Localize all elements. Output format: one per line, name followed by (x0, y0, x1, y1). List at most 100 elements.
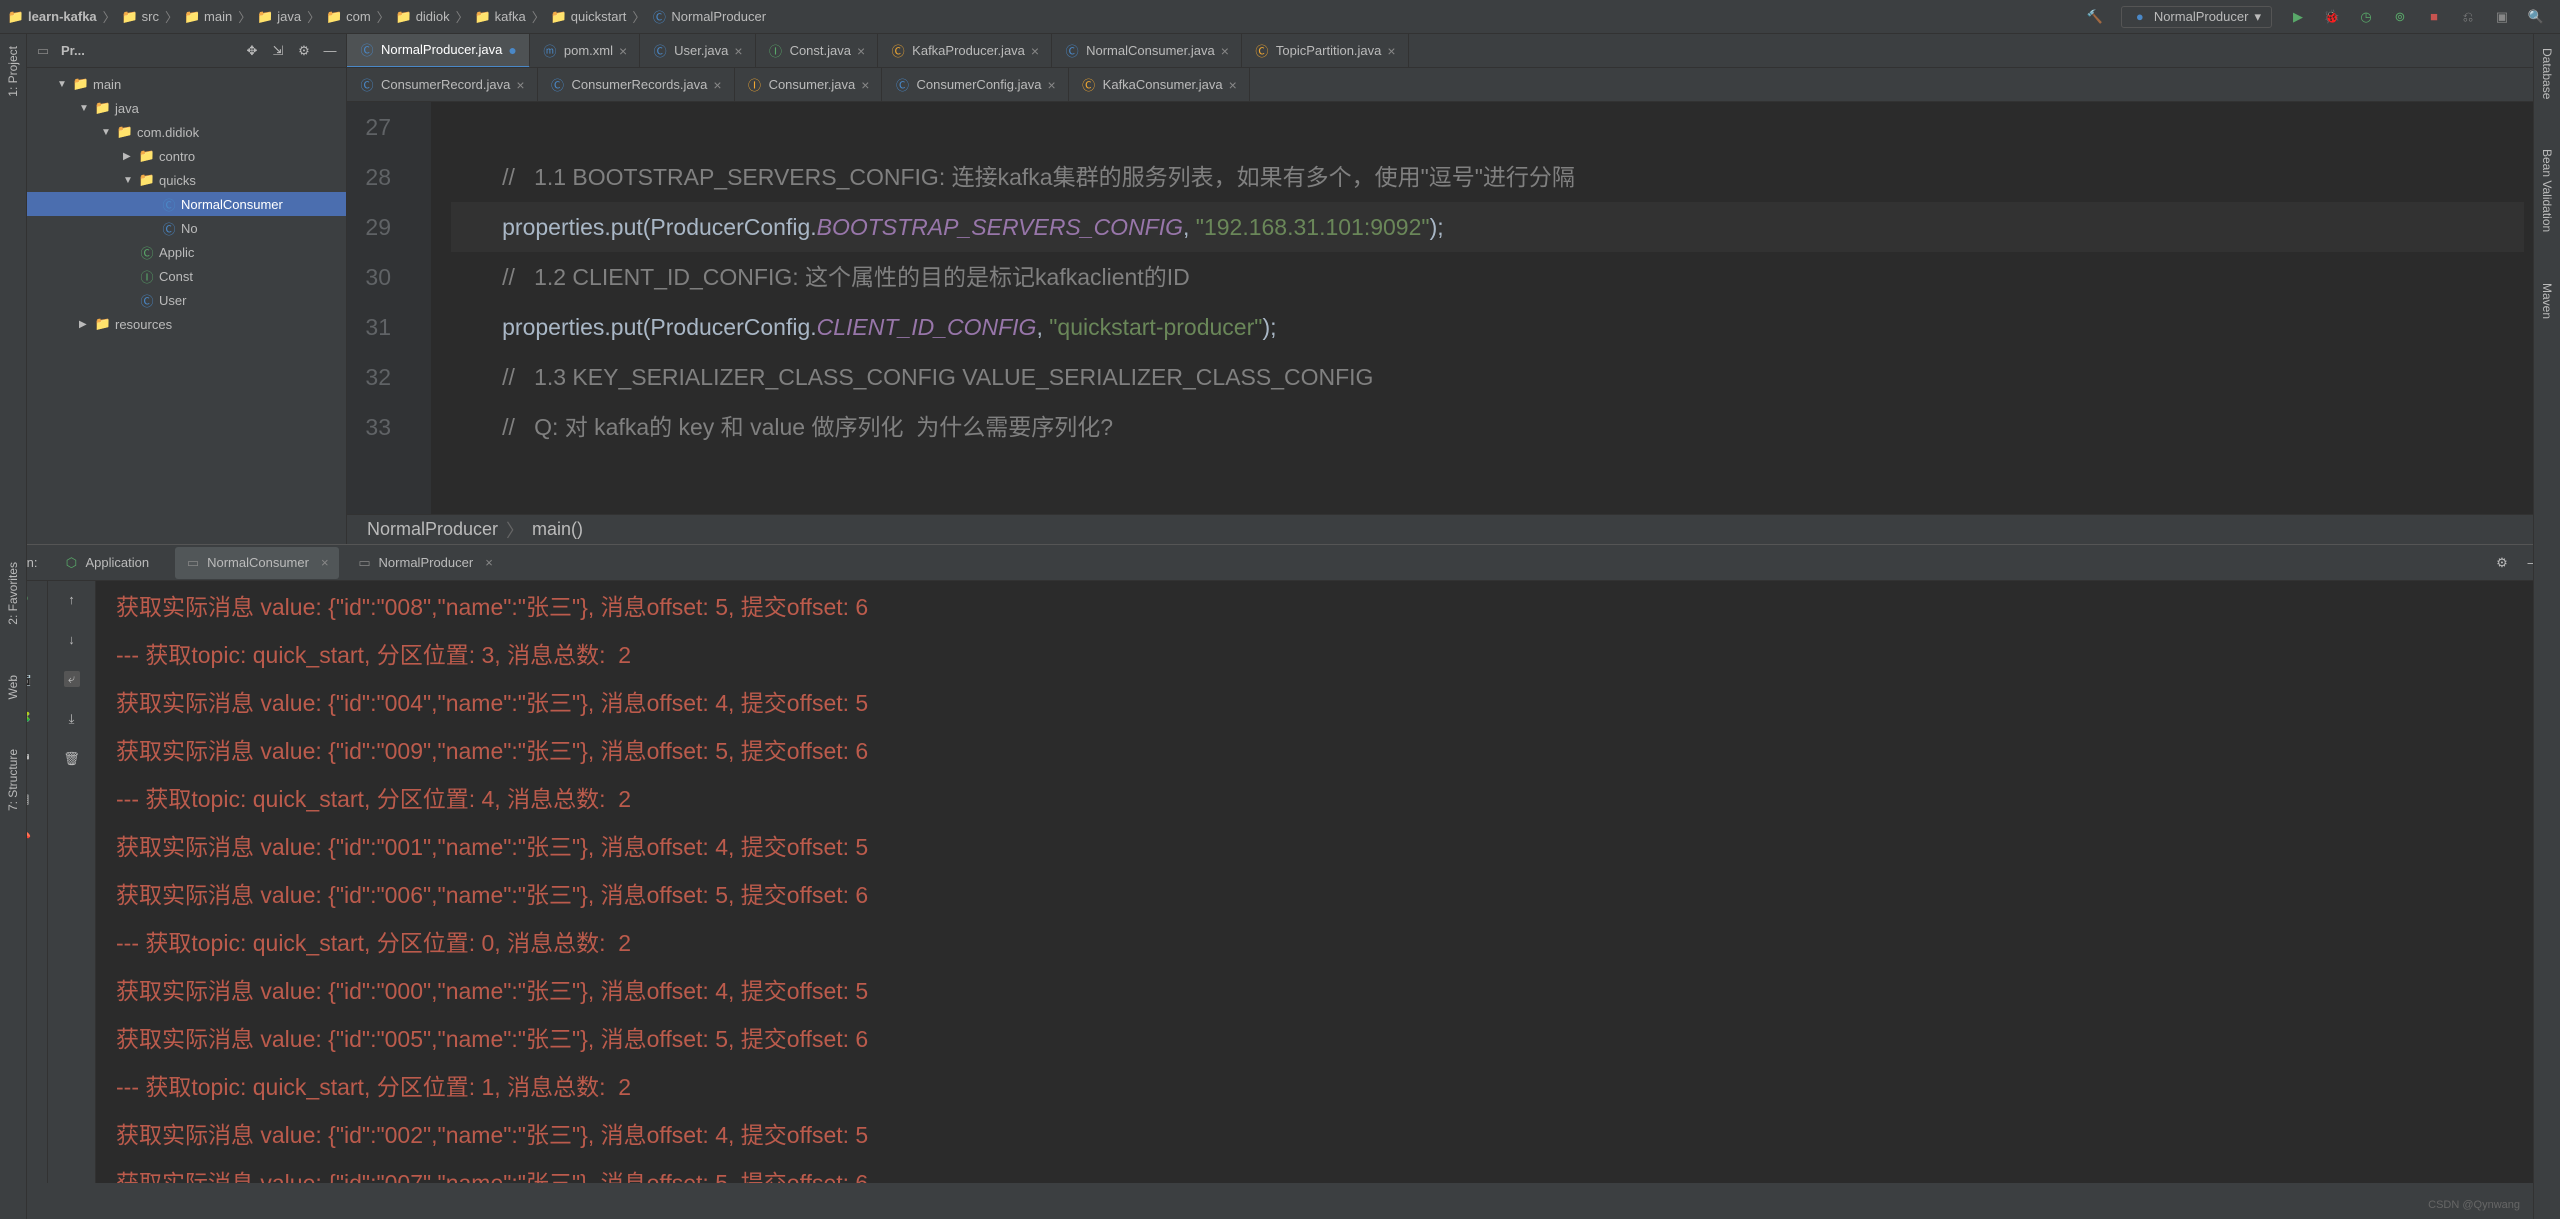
breadcrumb-segment[interactable]: NormalProducer (671, 9, 766, 24)
breadcrumb-segment[interactable]: didiok (416, 9, 450, 24)
locate-icon[interactable]: ✥ (244, 43, 260, 59)
editor-tab[interactable]: ⒸKafkaProducer.java× (878, 34, 1052, 68)
tree-item[interactable]: ⒸNo (27, 216, 346, 240)
code-line[interactable]: // 1.1 BOOTSTRAP_SERVERS_CONFIG: 连接kafka… (451, 152, 2524, 202)
close-icon[interactable]: × (1229, 77, 1237, 93)
tool-window-button[interactable]: Maven (2540, 283, 2554, 319)
close-icon[interactable]: × (1047, 77, 1055, 93)
editor-tab[interactable]: ⒸConsumerRecords.java× (538, 68, 735, 102)
tree-arrow-icon[interactable]: ▼ (57, 79, 69, 90)
tool-window-button[interactable]: 1: Project (6, 46, 20, 97)
tree-arrow-icon[interactable]: ▼ (123, 175, 135, 186)
expand-icon[interactable]: ⇲ (270, 43, 286, 59)
close-icon[interactable]: × (321, 555, 329, 570)
code-line[interactable]: properties.put(ProducerConfig.CLIENT_ID_… (451, 302, 2524, 352)
editor-tab[interactable]: ⒸNormalProducer.java (347, 34, 530, 68)
editor-tab[interactable]: ⒸConsumerConfig.java× (882, 68, 1068, 102)
close-icon[interactable]: × (1031, 43, 1039, 59)
run-config-selector[interactable]: ● NormalProducer ▾ (2121, 6, 2272, 28)
breadcrumb-segment[interactable]: java (277, 9, 301, 24)
code-line[interactable]: // 1.2 CLIENT_ID_CONFIG: 这个属性的目的是标记kafka… (451, 252, 2524, 302)
tool-window-button[interactable]: 2: Favorites (6, 562, 20, 625)
soft-wrap-icon[interactable]: ⤶ (64, 671, 80, 687)
run-icon[interactable]: ▶ (2290, 9, 2306, 25)
editor-tab[interactable]: ⒸUser.java× (640, 34, 755, 68)
layout-icon[interactable]: ▣ (2494, 9, 2510, 25)
down-icon[interactable]: ↓ (64, 631, 80, 647)
gear-icon[interactable]: ⚙ (296, 43, 312, 59)
project-view-icon[interactable]: ▭ (35, 43, 51, 59)
tree-item[interactable]: ▼📁quicks (27, 168, 346, 192)
editor-tab[interactable]: ⒸNormalConsumer.java× (1052, 34, 1242, 68)
tree-item[interactable]: ▼📁main (27, 72, 346, 96)
breadcrumb-segment[interactable]: main (204, 9, 232, 24)
code-line[interactable]: // Q: 对 kafka的 key 和 value 做序列化 为什么需要序列化… (451, 402, 2524, 452)
tree-arrow-icon[interactable]: ▼ (79, 103, 91, 114)
breadcrumb-segment[interactable]: learn-kafka (28, 9, 97, 24)
editor-tab[interactable]: ⒸTopicPartition.java× (1242, 34, 1409, 68)
close-icon[interactable]: × (1387, 43, 1395, 59)
tree-item[interactable]: ⒸApplic (27, 240, 346, 264)
close-icon[interactable]: × (619, 43, 627, 59)
clear-icon[interactable]: 🗑 (64, 751, 80, 767)
close-icon[interactable]: × (1221, 43, 1229, 59)
up-icon[interactable]: ↑ (64, 591, 80, 607)
editor-breadcrumb-segment[interactable]: main() (532, 519, 583, 540)
search-icon[interactable]: 🔍 (2528, 9, 2544, 25)
tree-item[interactable]: ⒾConst (27, 264, 346, 288)
tool-window-button[interactable]: Web (6, 675, 20, 699)
editor-breadcrumb[interactable]: NormalProducer 〉 main() (347, 514, 2560, 544)
editor-tab[interactable]: ⒸKafkaConsumer.java× (1069, 68, 1250, 102)
tree-item[interactable]: ▶📁resources (27, 312, 346, 336)
run-tab[interactable]: ▭NormalConsumer× (175, 547, 338, 579)
tool-window-button[interactable]: 7: Structure (6, 749, 20, 811)
close-icon[interactable] (508, 42, 516, 58)
tree-arrow-icon[interactable]: ▼ (101, 127, 113, 138)
hide-icon[interactable]: — (322, 43, 338, 59)
tree-item[interactable]: ▼📁com.didiok (27, 120, 346, 144)
scroll-end-icon[interactable]: ⤓ (64, 711, 80, 727)
tree-item[interactable]: ▼📁java (27, 96, 346, 120)
close-icon[interactable]: × (734, 43, 742, 59)
editor-tab[interactable]: ⒾConst.java× (756, 34, 879, 68)
build-icon[interactable]: 🔨 (2087, 9, 2103, 25)
tree-item[interactable]: ⒸNormalConsumer (27, 192, 346, 216)
stop-icon[interactable]: ■ (2426, 9, 2442, 25)
code-content[interactable]: // 1.1 BOOTSTRAP_SERVERS_CONFIG: 连接kafka… (431, 102, 2544, 514)
close-icon[interactable]: × (485, 555, 493, 570)
breadcrumb-segment[interactable]: kafka (495, 9, 526, 24)
gear-icon[interactable]: ⚙ (2494, 555, 2510, 571)
breadcrumb-segment[interactable]: quickstart (571, 9, 627, 24)
coverage-icon[interactable]: ◷ (2358, 9, 2374, 25)
class-icon: Ⓒ (1064, 43, 1080, 59)
close-icon[interactable]: × (857, 43, 865, 59)
run-app-tab[interactable]: ⬡ Application (53, 547, 159, 579)
top-toolbar: 📁learn-kafka〉📁src〉📁main〉📁java〉📁com〉📁didi… (0, 0, 2560, 34)
breadcrumb-segment[interactable]: src (142, 9, 159, 24)
tree-item[interactable]: ▶📁contro (27, 144, 346, 168)
console-output[interactable]: 获取实际消息 value: {"id":"008","name":"张三"}, … (96, 581, 2560, 1183)
tool-window-button[interactable]: Database (2540, 48, 2554, 99)
debug-icon[interactable]: 🐞 (2324, 9, 2340, 25)
editor-tab[interactable]: ⓜpom.xml× (530, 34, 640, 68)
close-icon[interactable]: × (713, 77, 721, 93)
editor-breadcrumb-segment[interactable]: NormalProducer (367, 519, 498, 540)
breadcrumb-segment[interactable]: com (346, 9, 371, 24)
tree-arrow-icon[interactable]: ▶ (123, 151, 135, 162)
tool-window-button[interactable]: Bean Validation (2540, 149, 2554, 232)
close-icon[interactable]: × (861, 77, 869, 93)
editor-tab[interactable]: ⒾConsumer.java× (735, 68, 883, 102)
profile-icon[interactable]: ⊚ (2392, 9, 2408, 25)
close-icon[interactable]: × (516, 77, 524, 93)
run-tab[interactable]: ▭NormalProducer× (347, 547, 503, 579)
line-gutter: 27282930313233 (347, 102, 403, 514)
git-icon[interactable]: ⎌ (2460, 9, 2476, 25)
tree-item[interactable]: ⒸUser (27, 288, 346, 312)
code-line[interactable] (451, 102, 2524, 152)
editor-tab[interactable]: ⒸConsumerRecord.java× (347, 68, 538, 102)
code-line[interactable]: properties.put(ProducerConfig.BOOTSTRAP_… (451, 202, 2524, 252)
code-line[interactable]: // 1.3 KEY_SERIALIZER_CLASS_CONFIG VALUE… (451, 352, 2524, 402)
tree-arrow-icon[interactable]: ▶ (79, 319, 91, 330)
project-tree[interactable]: ▼📁main▼📁java▼📁com.didiok▶📁contro▼📁quicks… (27, 68, 346, 544)
code-editor[interactable]: 27282930313233 // 1.1 BOOTSTRAP_SERVERS_… (347, 102, 2560, 514)
